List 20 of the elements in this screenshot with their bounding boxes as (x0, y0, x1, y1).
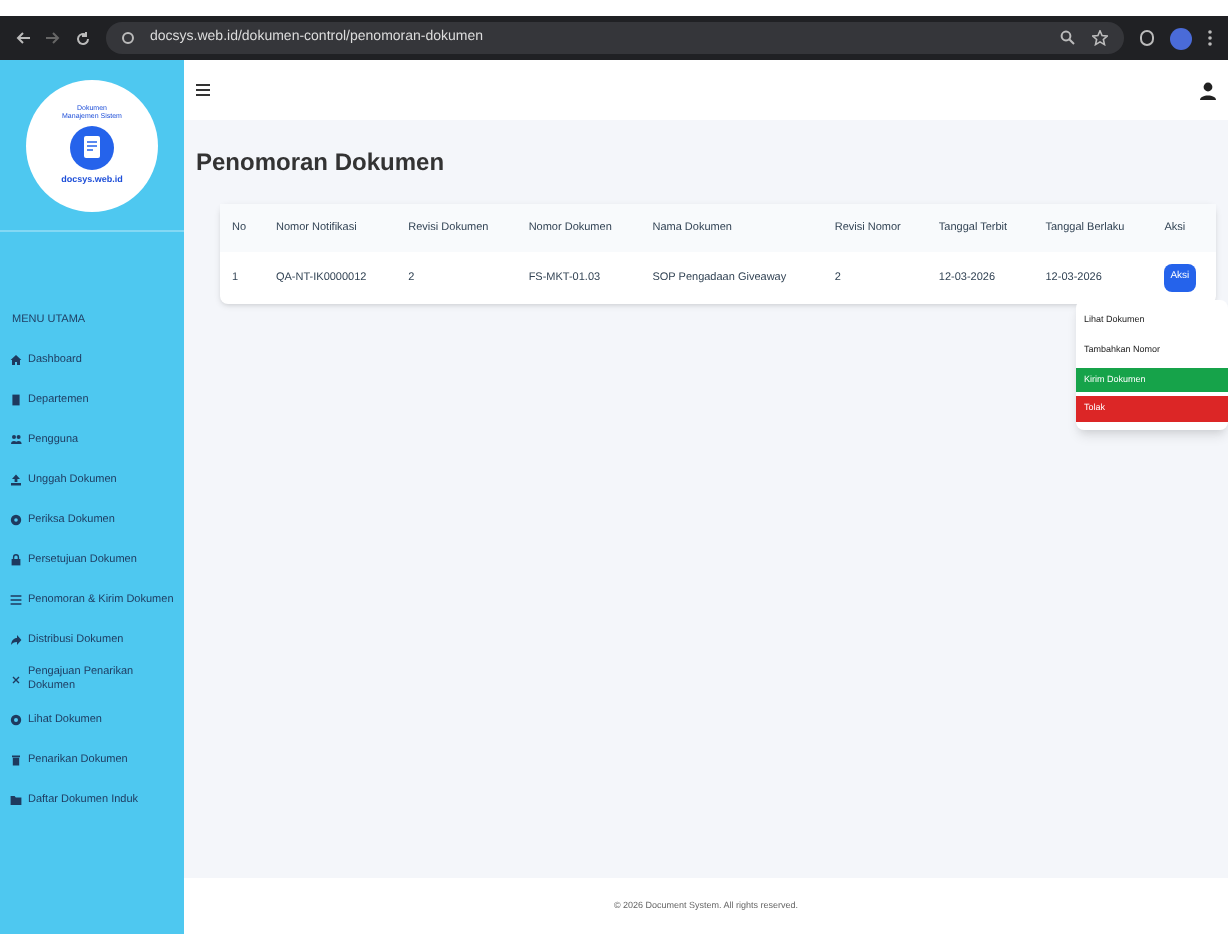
list-icon (10, 594, 22, 607)
folder-icon (10, 794, 22, 807)
search-icon[interactable] (1060, 30, 1076, 46)
trash-icon (10, 754, 22, 767)
forward-icon[interactable] (46, 32, 60, 44)
lock-icon (10, 554, 22, 567)
share-icon (10, 634, 22, 647)
user-icon[interactable] (1200, 81, 1216, 99)
home-icon (10, 354, 22, 367)
site-settings-icon[interactable] (122, 32, 134, 44)
menu-icon[interactable] (196, 84, 210, 96)
page-title: Penomoran Dokumen (196, 146, 447, 180)
star-icon[interactable] (1092, 30, 1108, 46)
document-icon (70, 125, 114, 169)
close-icon (10, 674, 22, 687)
upload-icon (10, 474, 22, 487)
users-icon (10, 434, 22, 447)
back-icon[interactable] (16, 32, 30, 44)
profile-avatar[interactable] (1170, 27, 1192, 49)
reload-icon[interactable] (76, 31, 90, 45)
